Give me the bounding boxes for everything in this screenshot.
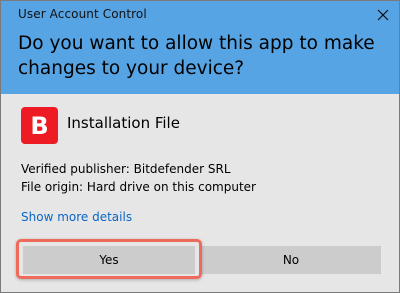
yes-button[interactable]: Yes [23, 246, 195, 274]
app-icon-letter: B [30, 111, 49, 140]
window-title: User Account Control [18, 7, 147, 21]
bitdefender-app-icon: B [21, 107, 58, 144]
dialog-body: B Installation File Verified publisher: … [1, 94, 399, 292]
file-origin: File origin: Hard drive on this computer [21, 180, 256, 194]
no-button[interactable]: No [201, 246, 381, 274]
dialog-header: User Account Control Do you want to allo… [1, 1, 399, 94]
close-button[interactable] [372, 4, 394, 26]
close-icon [377, 9, 389, 21]
prompt-question: Do you want to allow this app to make ch… [18, 33, 375, 79]
uac-dialog: User Account Control Do you want to allo… [0, 0, 400, 293]
verified-publisher: Verified publisher: Bitdefender SRL [21, 162, 231, 176]
app-name: Installation File [67, 114, 180, 132]
show-more-details-link[interactable]: Show more details [21, 210, 132, 224]
